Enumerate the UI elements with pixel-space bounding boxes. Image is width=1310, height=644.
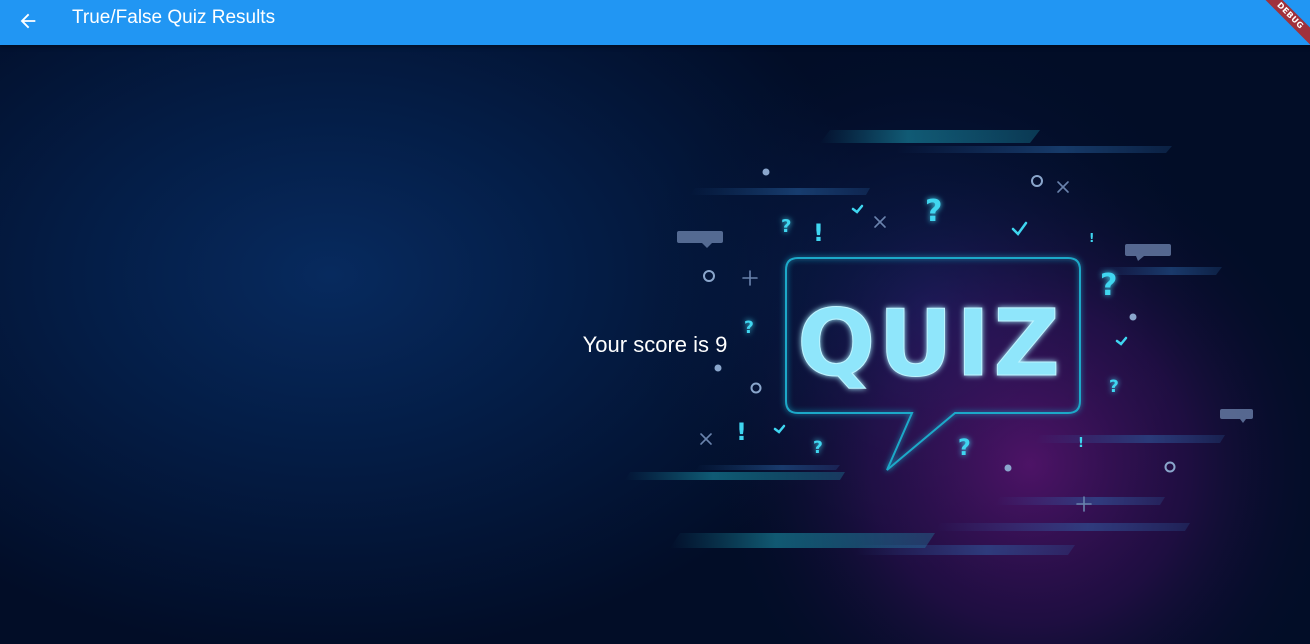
arrow-back-icon — [20, 13, 36, 29]
app-bar: True/False Quiz Results — [0, 0, 1310, 45]
svg-text:?: ? — [1100, 268, 1117, 303]
debug-banner: DEBUG — [1250, 0, 1310, 60]
svg-text:?: ? — [781, 216, 791, 237]
app-window: True/False Quiz Results DEBUG QUIZ ? ? ?… — [0, 0, 1310, 644]
svg-text:?: ? — [925, 194, 942, 229]
svg-text:!: ! — [1089, 231, 1094, 245]
svg-text:!: ! — [736, 418, 747, 446]
quiz-word: QUIZ — [797, 290, 1063, 397]
svg-text:?: ? — [958, 436, 971, 461]
svg-text:?: ? — [744, 318, 754, 338]
svg-text:!: ! — [813, 219, 824, 247]
svg-text:?: ? — [813, 438, 823, 458]
page-title: True/False Quiz Results — [72, 7, 276, 28]
back-button[interactable] — [10, 3, 46, 39]
quiz-background-illustration: QUIZ ? ? ? ? ? ? ? ! ! ! ! — [0, 45, 1310, 644]
results-body: QUIZ ? ? ? ? ? ? ? ! ! ! ! Your score is… — [0, 45, 1310, 644]
svg-text:?: ? — [1109, 377, 1119, 397]
debug-banner-label: DEBUG — [1256, 0, 1310, 50]
svg-text:!: ! — [1078, 436, 1084, 451]
